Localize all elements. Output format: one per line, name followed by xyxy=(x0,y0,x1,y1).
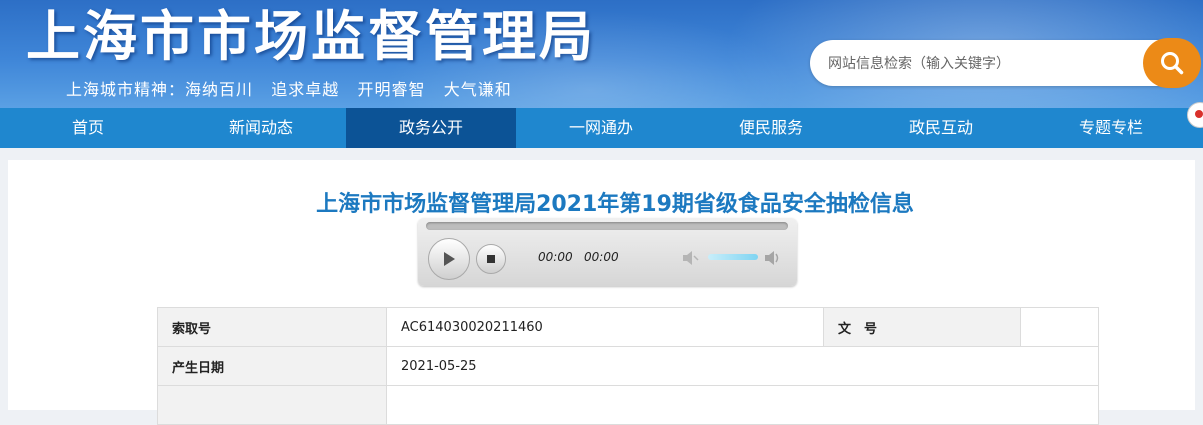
doc-number-label: 文 号 xyxy=(823,307,1021,347)
table-row: 索取号 AC614030020211460 文 号 xyxy=(157,307,1099,347)
stop-icon xyxy=(487,255,495,263)
doc-number-value xyxy=(1020,307,1099,347)
search-input[interactable] xyxy=(826,40,1140,88)
article-title: 上海市市场监督管理局2021年第19期省级食品安全抽检信息 xyxy=(316,192,914,217)
empty-cell xyxy=(386,385,1099,425)
nav-item-topics[interactable]: 专题专栏 xyxy=(1026,108,1196,148)
empty-cell xyxy=(157,385,387,425)
volume-slider[interactable] xyxy=(708,254,758,260)
audio-player: 00:00 00:00 xyxy=(418,218,797,286)
main-nav: 首页 新闻动态 政务公开 一网通办 便民服务 政民互动 专题专栏 xyxy=(0,108,1203,148)
duration: 00:00 xyxy=(584,250,619,264)
nav-item-services[interactable]: 便民服务 xyxy=(686,108,856,148)
table-row xyxy=(157,385,1099,425)
nav-item-gov-affairs[interactable]: 政务公开 xyxy=(346,108,516,148)
site-header: 上海市市场监督管理局 上海城市精神：海纳百川 追求卓越 开明睿智 大气谦和 xyxy=(0,0,1203,108)
volume-icon[interactable] xyxy=(764,250,782,266)
play-button[interactable] xyxy=(428,238,470,280)
stop-button[interactable] xyxy=(476,244,506,274)
date-label: 产生日期 xyxy=(157,346,387,386)
search-button[interactable] xyxy=(1143,38,1201,88)
table-row: 产生日期 2021-05-25 xyxy=(157,346,1099,386)
city-slogan: 上海城市精神：海纳百川 追求卓越 开明睿智 大气谦和 xyxy=(66,80,512,99)
search-icon xyxy=(1161,52,1184,75)
nav-item-home[interactable]: 首页 xyxy=(0,108,176,148)
main-content: 上海市市场监督管理局2021年第19期省级食品安全抽检信息 00:00 00:0… xyxy=(8,160,1195,425)
audio-progress-bar[interactable] xyxy=(426,222,788,230)
play-icon xyxy=(444,252,455,266)
article-info-table: 索取号 AC614030020211460 文 号 产生日期 2021-05-2… xyxy=(157,307,1099,425)
current-time: 00:00 xyxy=(538,250,573,264)
nav-item-news[interactable]: 新闻动态 xyxy=(176,108,346,148)
mute-icon[interactable] xyxy=(682,250,700,266)
nav-item-interaction[interactable]: 政民互动 xyxy=(856,108,1026,148)
index-value: AC614030020211460 xyxy=(386,307,824,347)
nav-item-one-stop[interactable]: 一网通办 xyxy=(516,108,686,148)
search-box xyxy=(810,38,1201,88)
date-value: 2021-05-25 xyxy=(386,346,1099,386)
site-title[interactable]: 上海市市场监督管理局 xyxy=(26,4,596,70)
index-label: 索取号 xyxy=(157,307,387,347)
